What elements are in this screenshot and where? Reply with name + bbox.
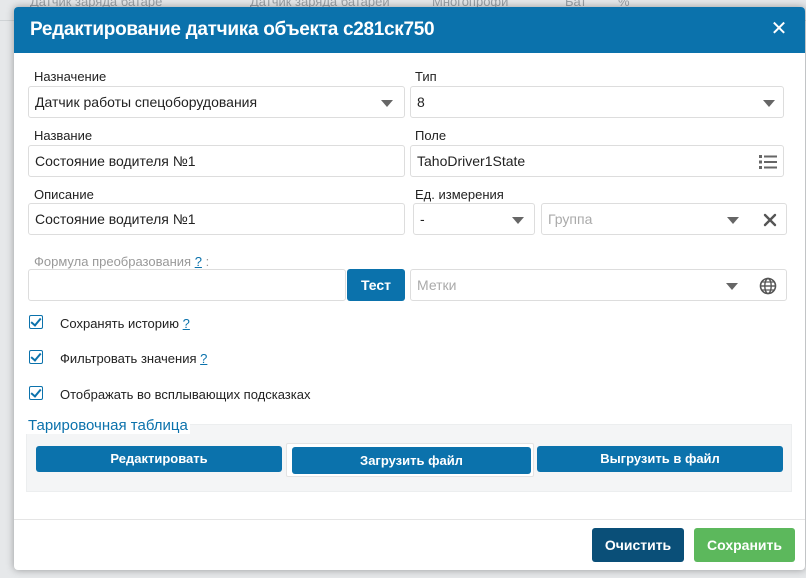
- clear-button[interactable]: Очистить: [592, 528, 684, 562]
- test-button[interactable]: Тест: [347, 269, 405, 301]
- save-history-help-link[interactable]: ?: [183, 316, 190, 331]
- filter-values-text: Фильтровать значения: [60, 351, 197, 366]
- clear-button-label: Очистить: [604, 537, 672, 553]
- field-value: TahoDriver1State: [417, 153, 526, 169]
- assignment-value: Датчик работы спецоборудования: [35, 94, 258, 110]
- formula-help-link[interactable]: ?: [195, 254, 202, 269]
- type-label: Тип: [415, 69, 437, 84]
- name-input[interactable]: Состояние водителя №1: [28, 145, 405, 177]
- filter-values-checkbox[interactable]: [29, 350, 43, 364]
- field-label: Поле: [415, 128, 447, 143]
- name-label: Название: [34, 128, 93, 143]
- globe-icon[interactable]: [759, 277, 777, 295]
- filter-values-help-link[interactable]: ?: [200, 351, 207, 366]
- filter-values-label: Фильтровать значения ?: [60, 351, 207, 366]
- upload-file-label: Загрузить файл: [360, 453, 463, 468]
- formula-label-text: Формула преобразования: [34, 254, 192, 269]
- formula-label: Формула преобразования ? :: [34, 254, 209, 269]
- edit-sensor-dialog: Редактирование датчика объекта с281ск750…: [14, 7, 805, 570]
- description-input[interactable]: Состояние водителя №1: [28, 203, 405, 235]
- edit-table-label: Редактировать: [110, 451, 208, 466]
- description-label: Описание: [34, 187, 94, 202]
- save-history-text: Сохранять историю: [60, 316, 180, 331]
- formula-input[interactable]: [28, 269, 346, 301]
- edit-table-button[interactable]: Редактировать: [36, 446, 282, 472]
- save-button-label: Сохранить: [707, 537, 782, 553]
- save-button[interactable]: Сохранить: [694, 528, 795, 562]
- chevron-down-icon: [381, 100, 393, 107]
- unit-value: -: [420, 211, 425, 227]
- export-file-label: Выгрузить в файл: [600, 451, 720, 466]
- dialog-header: Редактирование датчика объекта с281ск750…: [14, 7, 805, 53]
- footer-divider: [14, 519, 805, 520]
- chevron-down-icon: [512, 217, 524, 224]
- save-history-checkbox[interactable]: [29, 315, 43, 329]
- field-input[interactable]: TahoDriver1State: [410, 145, 784, 177]
- unit-select[interactable]: -: [413, 203, 535, 235]
- calibration-title: Тарировочная таблица: [26, 417, 190, 434]
- assignment-select[interactable]: Датчик работы спецоборудования: [28, 86, 405, 118]
- type-value: 8: [417, 94, 425, 110]
- show-in-tooltips-checkbox[interactable]: [29, 386, 43, 400]
- chevron-down-icon: [726, 283, 738, 290]
- list-icon[interactable]: [759, 154, 777, 170]
- chevron-down-icon: [763, 100, 775, 107]
- save-history-label: Сохранять историю ?: [60, 316, 190, 331]
- export-file-button[interactable]: Выгрузить в файл: [537, 446, 783, 472]
- test-button-label: Тест: [360, 277, 392, 293]
- show-in-tooltips-text: Отображать во всплывающих подсказках: [60, 387, 311, 402]
- show-in-tooltips-label: Отображать во всплывающих подсказках: [60, 387, 310, 402]
- chevron-down-icon: [727, 217, 739, 224]
- group-select[interactable]: Группа: [541, 203, 787, 235]
- upload-file-button[interactable]: Загрузить файл: [292, 447, 531, 474]
- type-select[interactable]: 8: [410, 86, 784, 118]
- tags-select[interactable]: Метки: [410, 269, 787, 301]
- clear-x-icon[interactable]: [762, 212, 778, 228]
- close-icon[interactable]: ✕: [767, 17, 791, 41]
- formula-colon: :: [205, 254, 210, 269]
- name-value: Состояние водителя №1: [35, 153, 196, 169]
- unit-label: Ед. измерения: [415, 187, 504, 202]
- group-placeholder: Группа: [548, 211, 593, 227]
- assignment-label: Назначение: [34, 69, 107, 84]
- tags-placeholder: Метки: [417, 277, 457, 293]
- description-value: Состояние водителя №1: [35, 211, 196, 227]
- dialog-title: Редактирование датчика объекта с281ск750: [30, 19, 435, 40]
